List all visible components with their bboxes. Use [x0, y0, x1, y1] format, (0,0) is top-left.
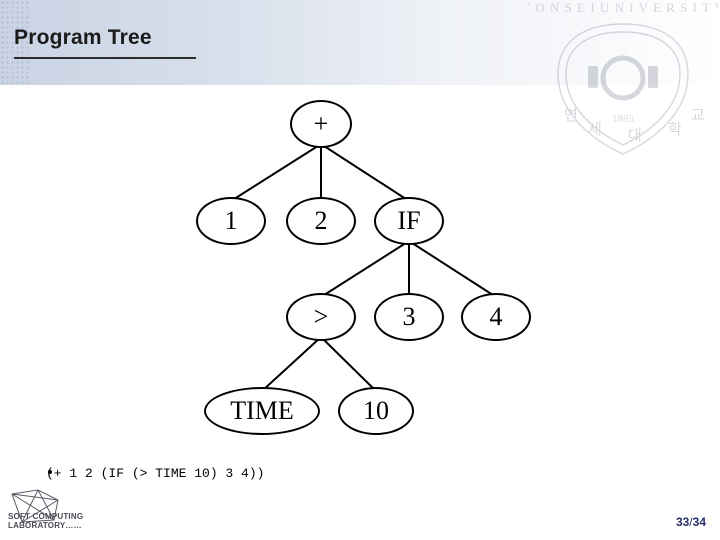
page-title: Program Tree [14, 26, 152, 49]
tree-node-label: TIME [230, 396, 294, 425]
page-number: 33/34 [676, 515, 706, 529]
tree-node-label: IF [397, 206, 421, 235]
tree-node-four: 4 [461, 293, 531, 341]
program-expression-text: (+ 1 2 (IF (> TIME 10) 3 4)) [46, 466, 265, 481]
footer-lab-name: SOFT COMPUTING LABORATORY…… [8, 512, 83, 530]
page-current: 33 [675, 515, 690, 529]
tree-node-if: IF [374, 197, 444, 245]
tree-node-label: 4 [489, 302, 503, 331]
tree-node-two: 2 [286, 197, 356, 245]
tree-node-label: > [313, 302, 329, 331]
tree-edge-if-four [408, 240, 497, 298]
program-tree-diagram: +1 2 IF >3 4 TIME 10 [0, 85, 720, 445]
tree-node-plus: + [290, 100, 352, 148]
tree-node-gt: > [286, 293, 356, 341]
tree-node-label: 10 [363, 396, 389, 425]
title-underline [14, 57, 196, 59]
tree-edge-plus-one [230, 143, 322, 202]
tree-node-three: 3 [374, 293, 444, 341]
tree-edge-if-gt [320, 240, 410, 298]
tree-node-one: 1 [196, 197, 266, 245]
page-total: 34 [692, 515, 706, 529]
tree-edge-plus-if [320, 143, 410, 202]
footer-line-1: SOFT COMPUTING [8, 512, 84, 521]
tree-node-ten: 10 [338, 387, 414, 435]
tree-edge-gt-ten [320, 336, 377, 392]
tree-node-label: + [313, 109, 329, 138]
tree-node-label: 2 [314, 206, 328, 235]
tree-node-label: 1 [224, 206, 238, 235]
tree-edge-gt-time [261, 336, 322, 392]
tree-node-label: 3 [402, 302, 416, 331]
tree-node-time: TIME [204, 387, 320, 435]
footer-line-2: LABORATORY…… [8, 521, 82, 530]
